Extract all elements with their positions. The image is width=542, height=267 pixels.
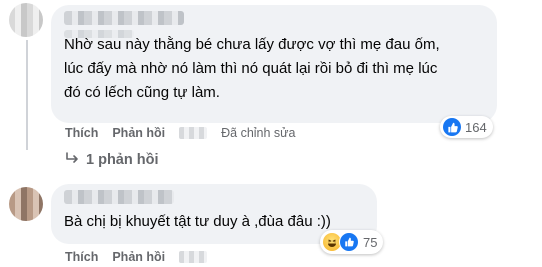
comment-text-line: Bà chị bị khuyết tật tư duy à ,đùa đâu :… [64,213,331,230]
like-button[interactable]: Thích [65,250,98,264]
comment-actions: Thích Phản hồi [65,250,208,264]
reaction-count: 164 [465,119,487,135]
avatar[interactable] [9,3,43,37]
comment-text-line: đó có lếch cũng tự làm. [64,84,220,101]
view-replies-link[interactable]: 1 phản hồi [66,152,159,168]
like-icon [443,118,461,136]
reaction-summary[interactable]: 75 [320,230,384,254]
like-button[interactable]: Thích [65,126,98,140]
like-icon [339,232,359,252]
author-name[interactable] [64,11,184,25]
thread-line [26,40,28,150]
replies-label: 1 phản hồi [86,152,159,168]
timestamp[interactable] [179,127,208,139]
comment-bubble: Nhờ sau này thằng bé chưa lấy được vợ th… [51,5,497,123]
reply-button[interactable]: Phản hồi [112,126,165,140]
comment-text-line: Nhờ sau này thằng bé chưa lấy được vợ th… [64,36,440,53]
reply-arrow-icon [66,152,80,168]
reaction-summary[interactable]: 164 [440,116,493,138]
avatar[interactable] [9,187,43,221]
edited-label: Đã chỉnh sửa [221,126,296,140]
reaction-count: 75 [363,234,378,250]
author-name[interactable] [64,190,174,204]
timestamp[interactable] [179,251,208,263]
comment-actions: Thích Phản hồi Đã chỉnh sửa [65,126,296,140]
reply-button[interactable]: Phản hồi [112,250,165,264]
comment-text-line: lúc đấy mà nhờ nó làm thì nó quát lại rồ… [64,60,438,77]
